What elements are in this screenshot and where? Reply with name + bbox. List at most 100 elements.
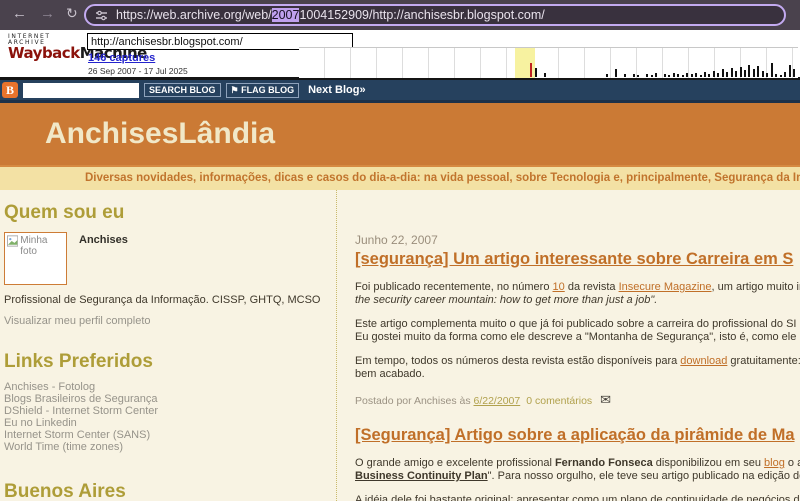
comments-link[interactable]: 0 comentários (526, 395, 592, 407)
text-segment: Fernando Fonseca (554, 457, 653, 469)
inline-link[interactable]: download (680, 355, 727, 367)
post-line: Este artigo complementa muito o que já f… (355, 318, 800, 331)
capture-bar (695, 73, 698, 77)
post-line: Foi publicado recentemente, no número 10… (355, 281, 800, 294)
sidebar-link[interactable]: DShield - Internet Storm Center (4, 405, 330, 417)
browser-toolbar: ← → ↻ https://web.archive.org/web/200710… (0, 0, 800, 30)
capture-bar (677, 74, 680, 77)
author-description: Profissional de Segurança da Informação.… (4, 294, 321, 306)
capture-bar (623, 74, 626, 77)
captures-link[interactable]: 146 captures (88, 52, 155, 64)
capture-bar (766, 73, 769, 77)
capture-bar (744, 70, 746, 77)
sidebar-link[interactable]: Anchises - Fotolog (4, 381, 330, 393)
wayback-logo[interactable]: INTERNET ARCHIVE WaybackMachine (8, 34, 147, 61)
url-suffix: 1004152909/http://anchisesbr.blogspot.co… (299, 8, 545, 22)
inline-link[interactable]: Insecure Magazine (619, 281, 712, 293)
capture-bar (543, 73, 546, 77)
navbar-search-input[interactable] (23, 82, 139, 98)
sidebar-link[interactable]: Internet Storm Center (SANS) (4, 429, 330, 441)
capture-bar (792, 69, 795, 77)
post-paragraph: Este artigo complementa muito o que já f… (355, 318, 800, 344)
text-segment: the security career mountain: how to get… (355, 294, 658, 306)
text-segment: Foi publicado recentemente, no número (355, 281, 553, 293)
capture-bar (757, 66, 760, 77)
text-segment: disponibilizou em seu (652, 457, 765, 469)
text-segment: O grande amigo e excelente profissional (355, 457, 555, 469)
capture-bar (726, 72, 729, 77)
capture-bar (784, 72, 787, 77)
capture-bar (663, 74, 666, 77)
reload-icon[interactable]: ↻ (66, 5, 78, 22)
capture-bar (606, 74, 609, 77)
post-title-link[interactable]: [Segurança] Artigo sobre a aplicação da … (355, 426, 800, 445)
text-segment: ". Para nosso orgulho, ele teve seu arti… (487, 470, 800, 482)
post-permalink[interactable]: 6/22/2007 (474, 395, 521, 407)
capture-bar (712, 71, 715, 77)
wayback-toolbar: INTERNET ARCHIVE WaybackMachine 146 capt… (0, 30, 800, 80)
forward-icon[interactable]: → (40, 5, 55, 22)
main-column: Junho 22, 2007 [segurança] Um artigo inte… (355, 190, 800, 501)
flag-blog-button[interactable]: ⚑ FLAG BLOG (225, 82, 300, 98)
text-segment: , um artigo muito interessante (711, 281, 800, 293)
post-title-link[interactable]: [segurança] Um artigo interessante sobre… (355, 250, 800, 269)
url-highlighted-year: 2007 (271, 8, 300, 22)
column-divider (336, 190, 337, 501)
photos-heading: Buenos Aires (4, 481, 126, 501)
next-blog-link[interactable]: Next Blog» (308, 84, 365, 96)
links-block: Links Preferidos Anchises - Fotolog Blogs… (4, 351, 330, 453)
post-paragraph: A idéia dele foi bastante original: apre… (355, 494, 800, 501)
flag-icon: ⚑ (230, 84, 239, 95)
address-bar[interactable]: https://web.archive.org/web/200710041529… (84, 4, 786, 26)
capture-bar (779, 75, 782, 77)
capture-bar (637, 75, 640, 77)
capture-bar (708, 74, 711, 77)
capture-bar (735, 71, 738, 77)
captures-timeline[interactable] (299, 47, 798, 78)
inline-link[interactable]: 10 (553, 281, 565, 293)
sidebar-link[interactable]: World Time (time zones) (4, 441, 330, 453)
capture-date-range: 26 Sep 2007 - 17 Jul 2025 (88, 66, 188, 76)
capture-bar (681, 75, 684, 77)
capture-bar (775, 74, 778, 77)
blog-title[interactable]: AnchisesLândia (45, 117, 275, 151)
capture-bar (646, 74, 649, 77)
search-blog-button[interactable]: SEARCH BLOG (144, 83, 221, 97)
inline-link[interactable]: blog (764, 457, 785, 469)
sidebar-links-list: Anchises - Fotolog Blogs Brasileiros de S… (4, 381, 330, 453)
inline-link[interactable]: Business Continuity Plan (355, 470, 488, 482)
email-post-icon[interactable]: ✉ (600, 392, 611, 407)
links-heading: Links Preferidos (4, 351, 153, 372)
capture-bar (770, 63, 773, 77)
blogger-navbar: B SEARCH BLOG ⚑ FLAG BLOG Next Blog» (0, 80, 800, 100)
capture-bar (721, 69, 724, 77)
sidebar-link[interactable]: Eu no Linkedin (4, 417, 330, 429)
capture-bar (650, 75, 653, 77)
profile-row: Minha foto Anchises (4, 232, 330, 285)
post-paragraph: Foi publicado recentemente, no número 10… (355, 281, 800, 307)
capture-bar (748, 65, 751, 77)
blog-tagline: Diversas novidades, informações, dicas e… (0, 165, 800, 190)
back-icon[interactable]: ← (12, 5, 27, 22)
capture-bar (655, 73, 657, 77)
text-segment: Eu gostei muito da forma como ele descre… (355, 331, 800, 343)
blogger-logo[interactable]: B (2, 82, 18, 98)
site-settings-icon[interactable] (95, 9, 108, 22)
profile-photo-placeholder[interactable]: Minha foto (4, 232, 67, 285)
wayback-machine-wordmark: WaybackMachine (8, 46, 147, 61)
capture-bar (788, 65, 791, 77)
url-text[interactable]: https://web.archive.org/web/200710041529… (116, 8, 545, 22)
sidebar-link[interactable]: Blogs Brasileiros de Segurança (4, 393, 330, 405)
view-profile-link[interactable]: Visualizar meu perfil completo (4, 315, 330, 327)
post-line: O grande amigo e excelente profissional … (355, 457, 800, 470)
post-line: Business Continuity Plan". Para nosso or… (355, 470, 800, 483)
broken-image-icon (7, 235, 19, 247)
post-line: Em tempo, todos os números desta revista… (355, 355, 800, 368)
url-prefix: https://web.archive.org/web/ (116, 8, 272, 22)
post-paragraph: Em tempo, todos os números desta revista… (355, 355, 800, 381)
flag-blog-label: FLAG BLOG (241, 84, 295, 95)
post-line: Eu gostei muito da forma como ele descre… (355, 331, 800, 344)
post-footer-text: Postado por Anchises às (355, 395, 474, 407)
capture-bar (703, 72, 706, 77)
blog-header: AnchisesLândia (0, 103, 800, 165)
